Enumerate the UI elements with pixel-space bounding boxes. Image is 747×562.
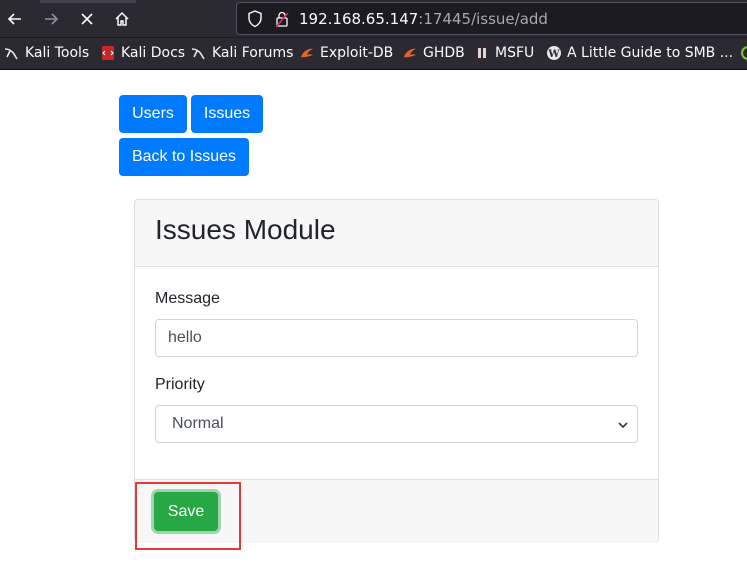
bookmark-label: MSFU [495, 45, 535, 61]
page-title: Issues Module [155, 214, 336, 245]
priority-label: Priority [155, 376, 205, 393]
exploit-db-icon [299, 45, 315, 61]
annotation-highlight-box [135, 482, 241, 550]
priority-select[interactable]: Normal [155, 405, 638, 443]
exploit-db-icon [402, 45, 418, 61]
green-globe-icon [740, 45, 747, 61]
bookmark-kali-forums[interactable]: Kali Forums [191, 45, 293, 61]
kali-dragon-icon [191, 45, 207, 61]
bookmark-label: Exploit-DB [320, 45, 394, 61]
message-input[interactable]: hello [155, 319, 638, 357]
priority-selected-value: Normal [172, 415, 224, 432]
forward-arrow-icon[interactable] [38, 6, 64, 32]
kali-dragon-icon [4, 45, 20, 61]
back-to-issues-button[interactable]: Back to Issues [119, 138, 249, 176]
bookmark-ghdb[interactable]: GHDB [402, 45, 465, 61]
bookmark-kali-docs[interactable]: Kali Docs [100, 45, 185, 61]
card-header: Issues Module [135, 200, 658, 267]
bookmark-label: GHDB [423, 45, 465, 61]
bookmark-msfu[interactable]: MSFU [474, 45, 534, 61]
insecure-lock-icon[interactable] [275, 10, 289, 32]
bookmark-label: Kali Tools [25, 45, 90, 61]
address-bar[interactable]: 192.168.65.147:17445/issue/add [236, 2, 747, 35]
wordpress-icon: W [546, 45, 562, 61]
message-label: Message [155, 290, 220, 307]
chevron-down-icon [617, 418, 629, 436]
bookmark-overflow[interactable] [740, 45, 747, 61]
bookmark-label: A Little Guide to SMB ... [567, 45, 734, 61]
url-path: :17445/issue/add [418, 10, 548, 28]
active-tab-edge [40, 0, 136, 3]
url-text[interactable]: 192.168.65.147:17445/issue/add [299, 10, 548, 28]
home-icon[interactable] [109, 6, 135, 32]
bookmark-smb-guide[interactable]: W A Little Guide to SMB ... [546, 45, 733, 61]
tracking-shield-icon[interactable] [247, 10, 263, 32]
kali-docs-icon [100, 45, 116, 61]
bookmarks-toolbar: Kali Tools Kali Docs Kali Forums Exploit… [0, 37, 747, 70]
issues-nav-button[interactable]: Issues [191, 95, 263, 133]
url-host: 192.168.65.147 [299, 10, 419, 28]
bookmark-kali-tools[interactable]: Kali Tools [4, 45, 89, 61]
msfu-icon [474, 45, 490, 61]
users-nav-button[interactable]: Users [119, 95, 187, 133]
svg-text:W: W [547, 49, 560, 60]
browser-toolbar: 192.168.65.147:17445/issue/add [0, 0, 747, 37]
bookmark-label: Kali Forums [212, 45, 294, 61]
bookmark-exploit-db[interactable]: Exploit-DB [299, 45, 393, 61]
bookmark-label: Kali Docs [121, 45, 186, 61]
back-arrow-icon[interactable] [2, 6, 28, 32]
stop-loading-icon[interactable] [74, 6, 100, 32]
